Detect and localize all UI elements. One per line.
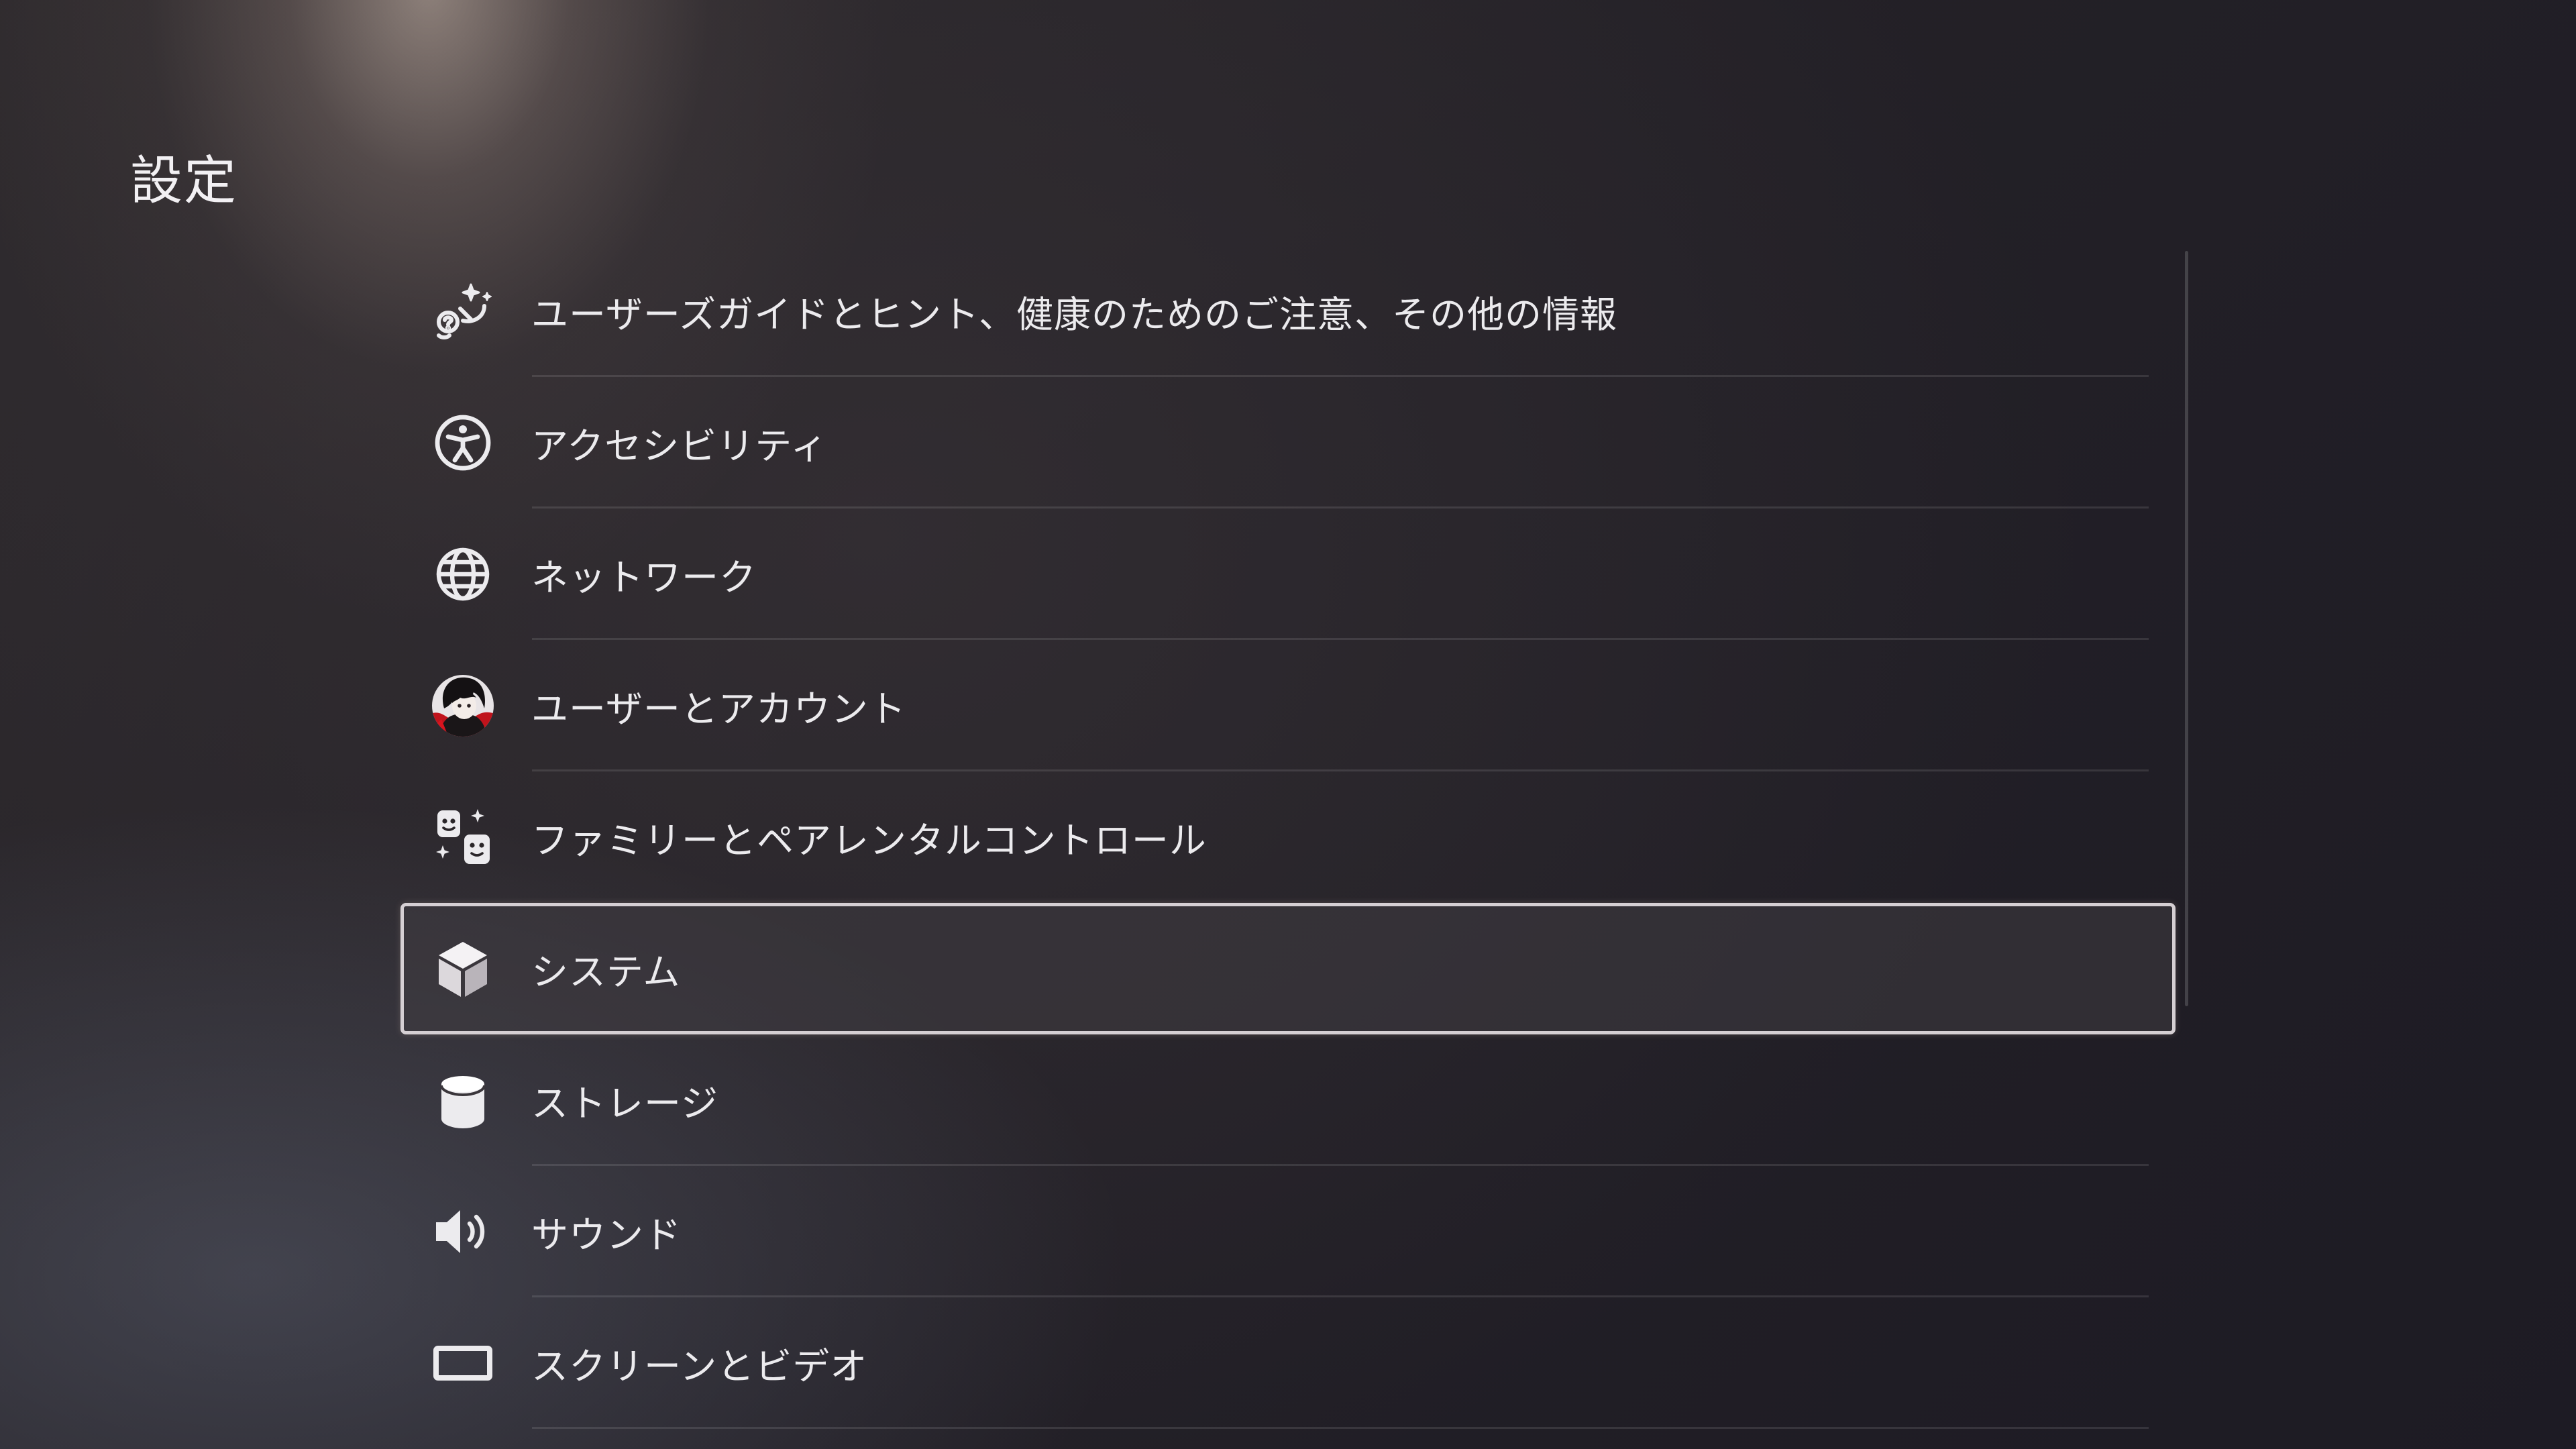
page-title: 設定 bbox=[130, 151, 238, 212]
user-avatar bbox=[431, 674, 495, 738]
menu-item-label: ストレージ bbox=[531, 1082, 718, 1125]
storage-cylinder-icon bbox=[431, 1068, 495, 1132]
menu-item-user-guide[interactable]: ユーザーズガイドとヒント、健康のためのご注意、その他の情報 bbox=[400, 246, 2176, 377]
menu-item-label: サウンド bbox=[531, 1214, 682, 1256]
menu-item-accessibility[interactable]: アクセシビリティ bbox=[400, 377, 2176, 508]
menu-item-storage[interactable]: ストレージ bbox=[400, 1034, 2176, 1166]
menu-item-screen-video[interactable]: スクリーンとビデオ bbox=[400, 1297, 2176, 1429]
menu-item-users-accounts[interactable]: ユーザーとアカウント bbox=[400, 640, 2176, 771]
settings-menu: ユーザーズガイドとヒント、健康のためのご注意、その他の情報 アクセシビリティ ネ bbox=[400, 246, 2176, 1429]
tips-sparkle-icon bbox=[431, 279, 495, 343]
menu-item-label: システム bbox=[531, 951, 681, 994]
family-icon bbox=[431, 805, 495, 869]
menu-item-sound[interactable]: サウンド bbox=[400, 1166, 2176, 1297]
menu-item-system[interactable]: システム bbox=[400, 903, 2176, 1034]
menu-item-network[interactable]: ネットワーク bbox=[400, 508, 2176, 640]
globe-icon bbox=[431, 542, 495, 606]
scrollbar[interactable] bbox=[2185, 251, 2188, 1006]
menu-item-label: アクセシビリティ bbox=[531, 425, 828, 468]
menu-item-label: スクリーンとビデオ bbox=[531, 1345, 868, 1388]
menu-item-label: ユーザーとアカウント bbox=[531, 688, 906, 731]
accessibility-icon bbox=[431, 411, 495, 475]
menu-item-label: ファミリーとペアレンタルコントロール bbox=[531, 819, 1207, 862]
menu-item-label: ユーザーズガイドとヒント、健康のためのご注意、その他の情報 bbox=[531, 293, 1618, 336]
menu-item-family-parental[interactable]: ファミリーとペアレンタルコントロール bbox=[400, 771, 2176, 903]
cube-icon bbox=[431, 936, 495, 1001]
speaker-icon bbox=[431, 1199, 495, 1264]
menu-item-label: ネットワーク bbox=[531, 556, 757, 599]
screen-icon bbox=[431, 1331, 495, 1395]
